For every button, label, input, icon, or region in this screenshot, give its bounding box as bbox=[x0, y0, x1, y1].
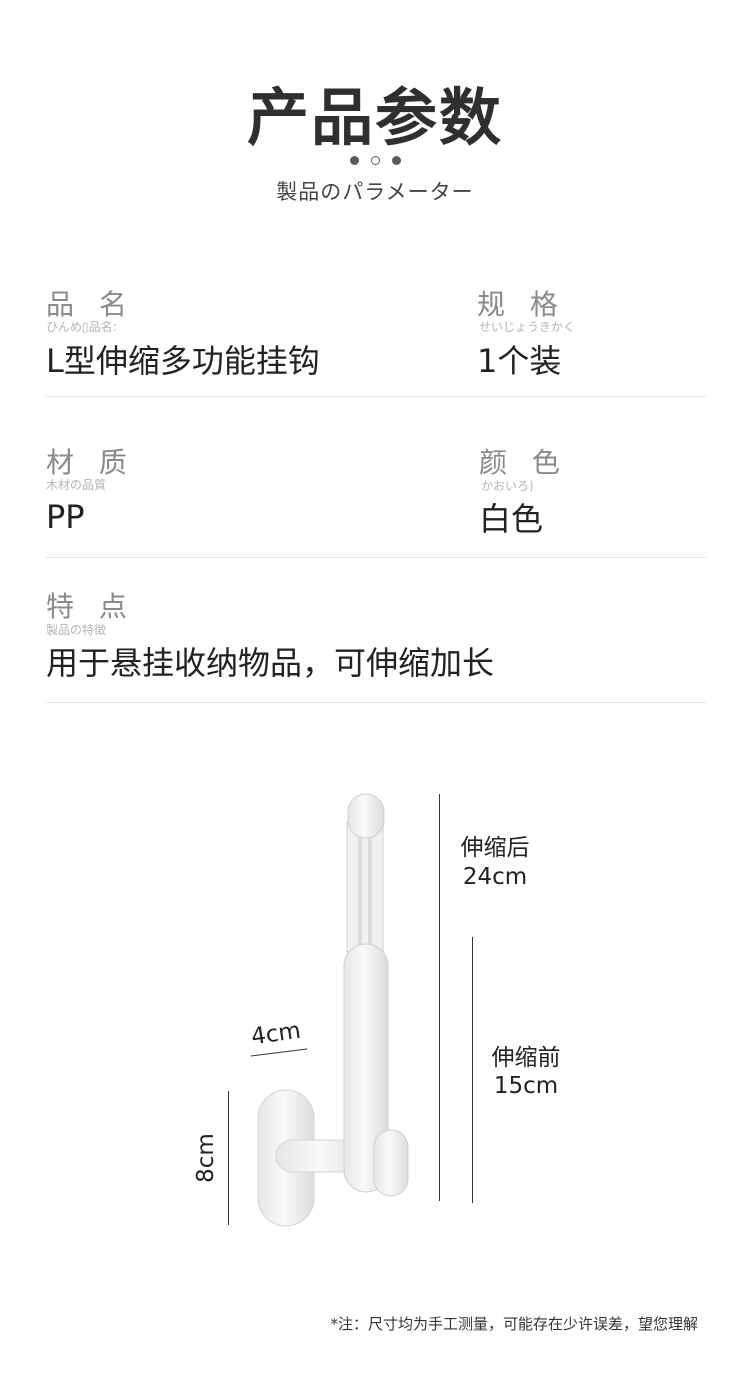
hook-knob bbox=[373, 1129, 409, 1197]
extension-track bbox=[346, 821, 384, 953]
base-dimension-line bbox=[228, 1091, 229, 1225]
extended-value: 24cm bbox=[462, 864, 528, 890]
base-height-value: 8cm bbox=[193, 1133, 219, 1183]
extended-dimension-line bbox=[439, 794, 440, 1201]
retracted-label: 伸缩前 bbox=[491, 1045, 561, 1071]
hook-top-tip bbox=[347, 793, 385, 839]
track-slot bbox=[358, 830, 362, 948]
retracted-dimension-line bbox=[472, 937, 473, 1203]
measurement-note: *注：尺寸均为手工测量，可能存在少许误差，望您理解 bbox=[330, 1315, 698, 1333]
extended-label: 伸缩后 bbox=[460, 835, 530, 861]
hook-product-illustration bbox=[250, 793, 409, 1227]
track-slot bbox=[368, 830, 372, 948]
retracted-value: 15cm bbox=[493, 1073, 559, 1099]
